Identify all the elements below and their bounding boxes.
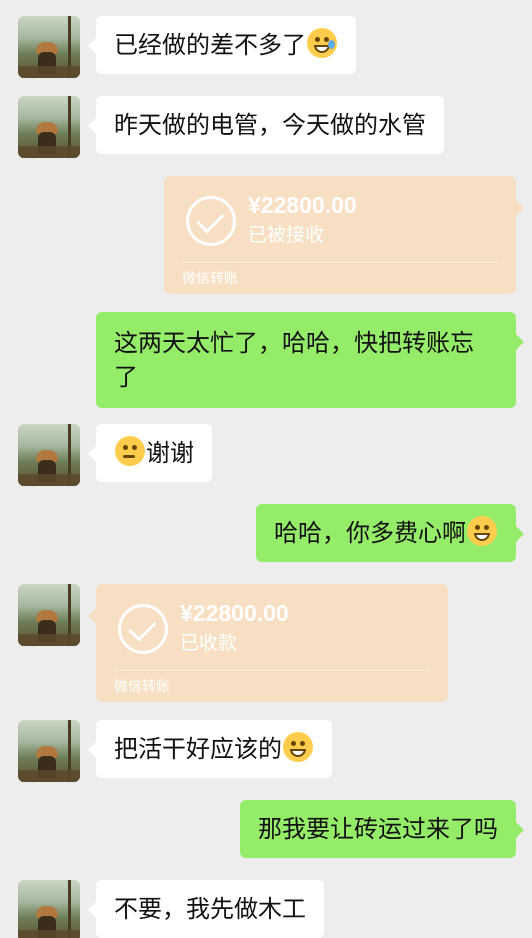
message-bubble-outgoing[interactable]: 那我要让砖运过来了吗 <box>240 800 524 858</box>
message-text: 已经做的差不多了 <box>114 31 306 59</box>
transfer-amount: ¥22800.00 <box>180 600 289 626</box>
contact-avatar[interactable] <box>18 96 80 158</box>
transfer-card-incoming[interactable]: ¥22800.00 已收款 微信转账 <box>88 584 448 702</box>
message-text-line: 这两天太忙了，哈哈，快把转账忘 <box>114 329 474 357</box>
grinning-sweat-emoji-icon <box>307 28 337 58</box>
transfer-footer: 微信转账 <box>114 679 170 695</box>
message-bubble-incoming[interactable]: 把活干好应该的 <box>88 720 332 778</box>
checkmark-circle-icon <box>186 196 236 246</box>
message-bubble-outgoing[interactable]: 哈哈，你多费心啊 <box>256 504 524 562</box>
message-text: 昨天做的电管，今天做的水管 <box>114 111 426 139</box>
message-bubble-incoming[interactable]: 已经做的差不多了 <box>88 16 356 74</box>
transfer-divider <box>114 670 430 671</box>
checkmark-circle-icon <box>118 604 168 654</box>
transfer-card-outgoing[interactable]: ¥22800.00 已被接收 微信转账 <box>164 176 524 294</box>
contact-avatar[interactable] <box>18 880 80 938</box>
message-text: 把活干好应该的 <box>114 735 282 763</box>
message-text: 那我要让砖运过来了吗 <box>258 815 498 843</box>
grinning-emoji-icon <box>467 516 497 546</box>
message-bubble-incoming[interactable]: 谢谢 <box>88 424 212 482</box>
message-text: 哈哈，你多费心啊 <box>274 519 466 547</box>
message-bubble-incoming[interactable]: 昨天做的电管，今天做的水管 <box>88 96 444 154</box>
thinking-emoji-icon <box>115 436 145 466</box>
transfer-status: 已收款 <box>180 632 238 654</box>
message-bubble-incoming[interactable]: 不要，我先做木工 <box>88 880 324 938</box>
transfer-divider <box>182 262 498 263</box>
contact-avatar[interactable] <box>18 584 80 646</box>
contact-avatar[interactable] <box>18 16 80 78</box>
message-text: 不要，我先做木工 <box>114 895 306 923</box>
contact-avatar[interactable] <box>18 424 80 486</box>
transfer-footer: 微信转账 <box>182 271 238 287</box>
message-text-line: 了 <box>114 363 138 391</box>
message-bubble-outgoing[interactable]: 这两天太忙了，哈哈，快把转账忘 了 <box>96 312 524 408</box>
message-text: 谢谢 <box>146 439 194 467</box>
grinning-emoji-icon <box>283 732 313 762</box>
transfer-amount: ¥22800.00 <box>248 192 357 218</box>
contact-avatar[interactable] <box>18 720 80 782</box>
transfer-status: 已被接收 <box>248 224 325 246</box>
